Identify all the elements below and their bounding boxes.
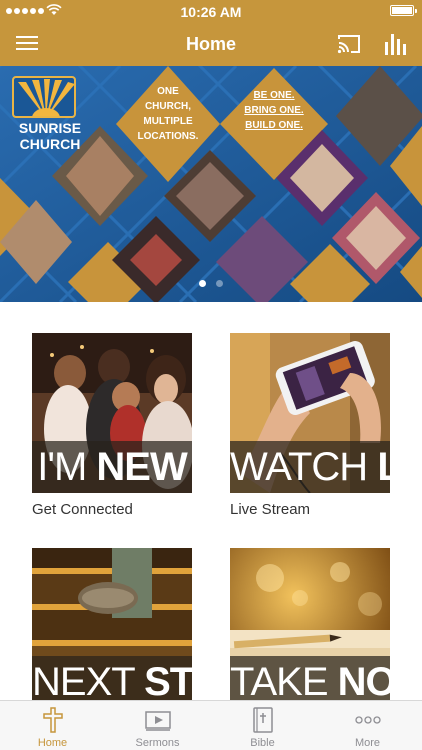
tile-watch-live[interactable]: WATCH LIVE Live Stream [230, 333, 390, 518]
tile-take-notes[interactable]: TAKE NOTES [230, 548, 390, 708]
status-bar: 10:26 AM [0, 0, 422, 22]
cast-icon[interactable] [336, 33, 362, 55]
tab-label: More [354, 737, 381, 749]
tab-label: Sermons [135, 737, 180, 749]
tab-sermons[interactable]: Sermons [105, 701, 210, 750]
tile-image-family[interactable]: I'M NEW [32, 333, 192, 493]
tile-image-notes[interactable]: TAKE NOTES [230, 548, 390, 708]
ellipsis-icon [355, 716, 381, 724]
cross-icon [43, 707, 63, 733]
tile-im-new[interactable]: I'M NEW Get Connected [32, 333, 192, 518]
tile-image-stairs[interactable]: NEXT STEP [32, 548, 192, 708]
tile-image-phone-stream[interactable]: WATCH LIVE [230, 333, 390, 493]
logo-line1: SUNRISE [18, 120, 82, 136]
banner-tagline-one-church: ONE CHURCH, MULTIPLE LOCATIONS. [137, 86, 199, 142]
stats-icon[interactable] [384, 32, 406, 56]
tile-label: Get Connected [32, 501, 133, 518]
tile-label: Live Stream [230, 501, 311, 518]
tile-title: WATCH LIVE [230, 445, 390, 489]
battery-icon [390, 5, 417, 16]
status-time: 10:26 AM [180, 4, 242, 20]
app-header: 10:26 AM Home [0, 0, 422, 66]
tab-bar: Home Sermons Bible More [0, 700, 422, 750]
banner-page-indicator[interactable] [0, 280, 422, 287]
tab-bible[interactable]: Bible [210, 701, 315, 750]
logo-line2: CHURCH [19, 136, 81, 152]
book-icon [253, 707, 273, 733]
tab-label: Home [37, 737, 68, 749]
sunrise-church-logo: SUNRISE CHURCH [10, 74, 81, 152]
hero-banner[interactable]: SUNRISE CHURCH ONE CHURCH, MULTIPLE LOCA… [0, 66, 422, 302]
page-dot-active[interactable] [199, 280, 206, 287]
tab-more[interactable]: More [315, 701, 420, 750]
nav-bar: Home [0, 22, 422, 66]
tab-home[interactable]: Home [0, 701, 105, 750]
tile-next-step[interactable]: NEXT STEP [32, 548, 192, 708]
tile-title: I'M NEW [37, 445, 188, 489]
page-dot[interactable] [216, 280, 223, 287]
video-icon [145, 711, 171, 731]
tab-label: Bible [250, 737, 275, 749]
banner-tagline-be-one: BE ONE. BRING ONE. BUILD ONE. [244, 90, 304, 131]
